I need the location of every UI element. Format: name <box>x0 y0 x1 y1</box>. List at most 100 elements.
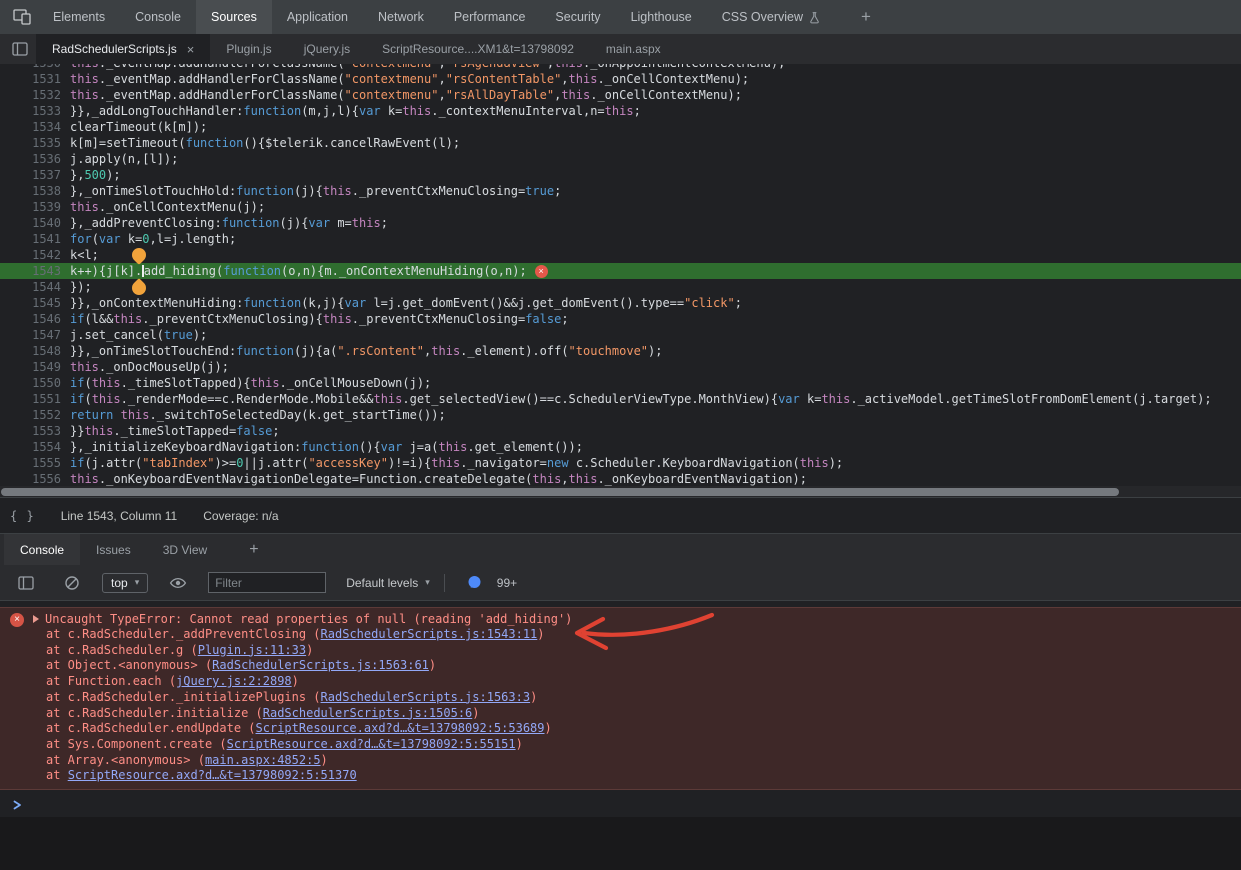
line-number[interactable]: 1546 <box>0 311 70 327</box>
code-line-1554[interactable]: 1554},_initializeKeyboardNavigation:func… <box>0 439 1241 455</box>
line-number[interactable]: 1553 <box>0 423 70 439</box>
line-number[interactable]: 1537 <box>0 167 70 183</box>
tab-sources[interactable]: Sources <box>196 0 272 34</box>
code-line-1530[interactable]: 1530this._eventMap.addHandlerForClassNam… <box>0 64 1241 71</box>
source-link[interactable]: main.aspx:4852:5 <box>205 753 321 767</box>
expand-caret-icon[interactable] <box>33 615 39 623</box>
line-number[interactable]: 1552 <box>0 407 70 423</box>
source-link[interactable]: jQuery.js:2:2898 <box>176 674 292 688</box>
console-prompt[interactable] <box>0 790 1241 811</box>
line-number[interactable]: 1530 <box>0 64 70 71</box>
source-link[interactable]: RadSchedulerScripts.js:1563:3 <box>321 690 531 704</box>
source-link[interactable]: RadSchedulerScripts.js:1543:11 <box>321 627 538 641</box>
tab-performance[interactable]: Performance <box>439 0 541 34</box>
context-selector[interactable]: top ▾ <box>102 573 148 593</box>
file-tab-plugin-js[interactable]: Plugin.js <box>210 34 287 64</box>
code-line-1556[interactable]: 1556this._onKeyboardEventNavigationDeleg… <box>0 471 1241 487</box>
file-tab-scriptresource-xm1-t-13798092[interactable]: ScriptResource....XM1&t=13798092 <box>366 34 590 64</box>
code-line-1544[interactable]: 1544}); <box>0 279 1241 295</box>
console-sidebar-icon[interactable] <box>10 576 42 590</box>
tab-console[interactable]: Console <box>120 0 196 34</box>
pretty-print-icon[interactable]: { } <box>10 509 35 523</box>
tab-network[interactable]: Network <box>363 0 439 34</box>
code-line-1541[interactable]: 1541for(var k=0,l=j.length; <box>0 231 1241 247</box>
line-number[interactable]: 1535 <box>0 135 70 151</box>
file-tab-radschedulerscripts-js[interactable]: RadSchedulerScripts.js× <box>36 34 210 64</box>
source-link[interactable]: RadSchedulerScripts.js:1505:6 <box>263 706 473 720</box>
drawer-tab-console[interactable]: Console <box>4 534 80 565</box>
line-number[interactable]: 1533 <box>0 103 70 119</box>
drawer-tab-issues[interactable]: Issues <box>80 534 147 565</box>
code-line-1551[interactable]: 1551if(this._renderMode==c.RenderMode.Mo… <box>0 391 1241 407</box>
drawer-tab-3d-view[interactable]: 3D View <box>147 534 223 565</box>
line-number[interactable]: 1534 <box>0 119 70 135</box>
code-line-1537[interactable]: 1537},500); <box>0 167 1241 183</box>
file-tab-main-aspx[interactable]: main.aspx <box>590 34 677 64</box>
code-line-1553[interactable]: 1553}}this._timeSlotTapped=false; <box>0 423 1241 439</box>
code-line-1536[interactable]: 1536j.apply(n,[l]); <box>0 151 1241 167</box>
line-number[interactable]: 1551 <box>0 391 70 407</box>
code-line-1535[interactable]: 1535k[m]=setTimeout(function(){$telerik.… <box>0 135 1241 151</box>
line-number[interactable]: 1549 <box>0 359 70 375</box>
code-line-1548[interactable]: 1548}},_onTimeSlotTouchEnd:function(j){a… <box>0 343 1241 359</box>
code-line-1543[interactable]: 1543k++){j[k].add_hiding(function(o,n){m… <box>0 263 1241 279</box>
line-number[interactable]: 1556 <box>0 471 70 487</box>
code-line-1533[interactable]: 1533}},_addLongTouchHandler:function(m,j… <box>0 103 1241 119</box>
toggle-device-toolbar-icon[interactable] <box>6 9 38 25</box>
line-number[interactable]: 1531 <box>0 71 70 87</box>
source-link[interactable]: RadSchedulerScripts.js:1563:61 <box>212 658 429 672</box>
tab-security[interactable]: Security <box>540 0 615 34</box>
code-line-1539[interactable]: 1539this._onCellContextMenu(j); <box>0 199 1241 215</box>
line-number[interactable]: 1532 <box>0 87 70 103</box>
code-line-1546[interactable]: 1546if(l&&this._preventCtxMenuClosing){t… <box>0 311 1241 327</box>
line-number[interactable]: 1543 <box>0 263 70 279</box>
code-line-1532[interactable]: 1532this._eventMap.addHandlerForClassNam… <box>0 87 1241 103</box>
code-line-1534[interactable]: 1534clearTimeout(k[m]); <box>0 119 1241 135</box>
code-line-1540[interactable]: 1540},_addPreventClosing:function(j){var… <box>0 215 1241 231</box>
code-line-1549[interactable]: 1549this._onDocMouseUp(j); <box>0 359 1241 375</box>
live-expression-eye-icon[interactable] <box>162 574 194 592</box>
source-link[interactable]: ScriptResource.axd?d…&t=13798092:5:51370 <box>68 768 357 782</box>
line-number[interactable]: 1538 <box>0 183 70 199</box>
line-number[interactable]: 1544 <box>0 279 70 295</box>
line-number[interactable]: 1536 <box>0 151 70 167</box>
clear-console-icon[interactable] <box>56 575 88 591</box>
code-line-1550[interactable]: 1550if(this._timeSlotTapped){this._onCel… <box>0 375 1241 391</box>
code-line-1542[interactable]: 1542k<l; <box>0 247 1241 263</box>
line-number[interactable]: 1545 <box>0 295 70 311</box>
line-number[interactable]: 1550 <box>0 375 70 391</box>
horizontal-scrollbar[interactable] <box>0 486 1241 497</box>
file-tab-jquery-js[interactable]: jQuery.js <box>288 34 366 64</box>
line-number[interactable]: 1541 <box>0 231 70 247</box>
code-line-1538[interactable]: 1538},_onTimeSlotTouchHold:function(j){t… <box>0 183 1241 199</box>
line-number[interactable]: 1548 <box>0 343 70 359</box>
more-panels-button[interactable]: + <box>849 7 883 27</box>
code-line-1555[interactable]: 1555if(j.attr("tabIndex")>=0||j.attr("ac… <box>0 455 1241 471</box>
filter-input[interactable] <box>208 572 326 593</box>
issues-icon[interactable] <box>459 575 491 590</box>
log-levels-dropdown[interactable]: Default levels ▾ <box>346 576 430 590</box>
line-number[interactable]: 1540 <box>0 215 70 231</box>
scrollbar-thumb[interactable] <box>1 488 1119 496</box>
add-drawer-tab-button[interactable]: + <box>237 541 270 559</box>
source-link[interactable]: Plugin.js:11:33 <box>198 643 306 657</box>
line-number[interactable]: 1539 <box>0 199 70 215</box>
code-line-1547[interactable]: 1547j.set_cancel(true); <box>0 327 1241 343</box>
tab-elements[interactable]: Elements <box>38 0 120 34</box>
source-link[interactable]: ScriptResource.axd?d…&t=13798092:5:53689 <box>256 721 545 735</box>
code-editor[interactable]: 1530this._eventMap.addHandlerForClassNam… <box>0 64 1241 497</box>
code-line-1552[interactable]: 1552return this._switchToSelectedDay(k.g… <box>0 407 1241 423</box>
toggle-navigator-icon[interactable] <box>4 34 36 64</box>
close-tab-icon[interactable]: × <box>187 42 195 57</box>
tab-lighthouse[interactable]: Lighthouse <box>616 0 707 34</box>
line-number[interactable]: 1547 <box>0 327 70 343</box>
issues-count[interactable]: 99+ <box>497 576 517 590</box>
source-link[interactable]: ScriptResource.axd?d…&t=13798092:5:55151 <box>227 737 516 751</box>
code-line-1545[interactable]: 1545}},_onContextMenuHiding:function(k,j… <box>0 295 1241 311</box>
line-number[interactable]: 1554 <box>0 439 70 455</box>
line-number[interactable]: 1542 <box>0 247 70 263</box>
tab-application[interactable]: Application <box>272 0 363 34</box>
tab-css-overview[interactable]: CSS Overview <box>707 0 835 34</box>
code-line-1531[interactable]: 1531this._eventMap.addHandlerForClassNam… <box>0 71 1241 87</box>
line-number[interactable]: 1555 <box>0 455 70 471</box>
